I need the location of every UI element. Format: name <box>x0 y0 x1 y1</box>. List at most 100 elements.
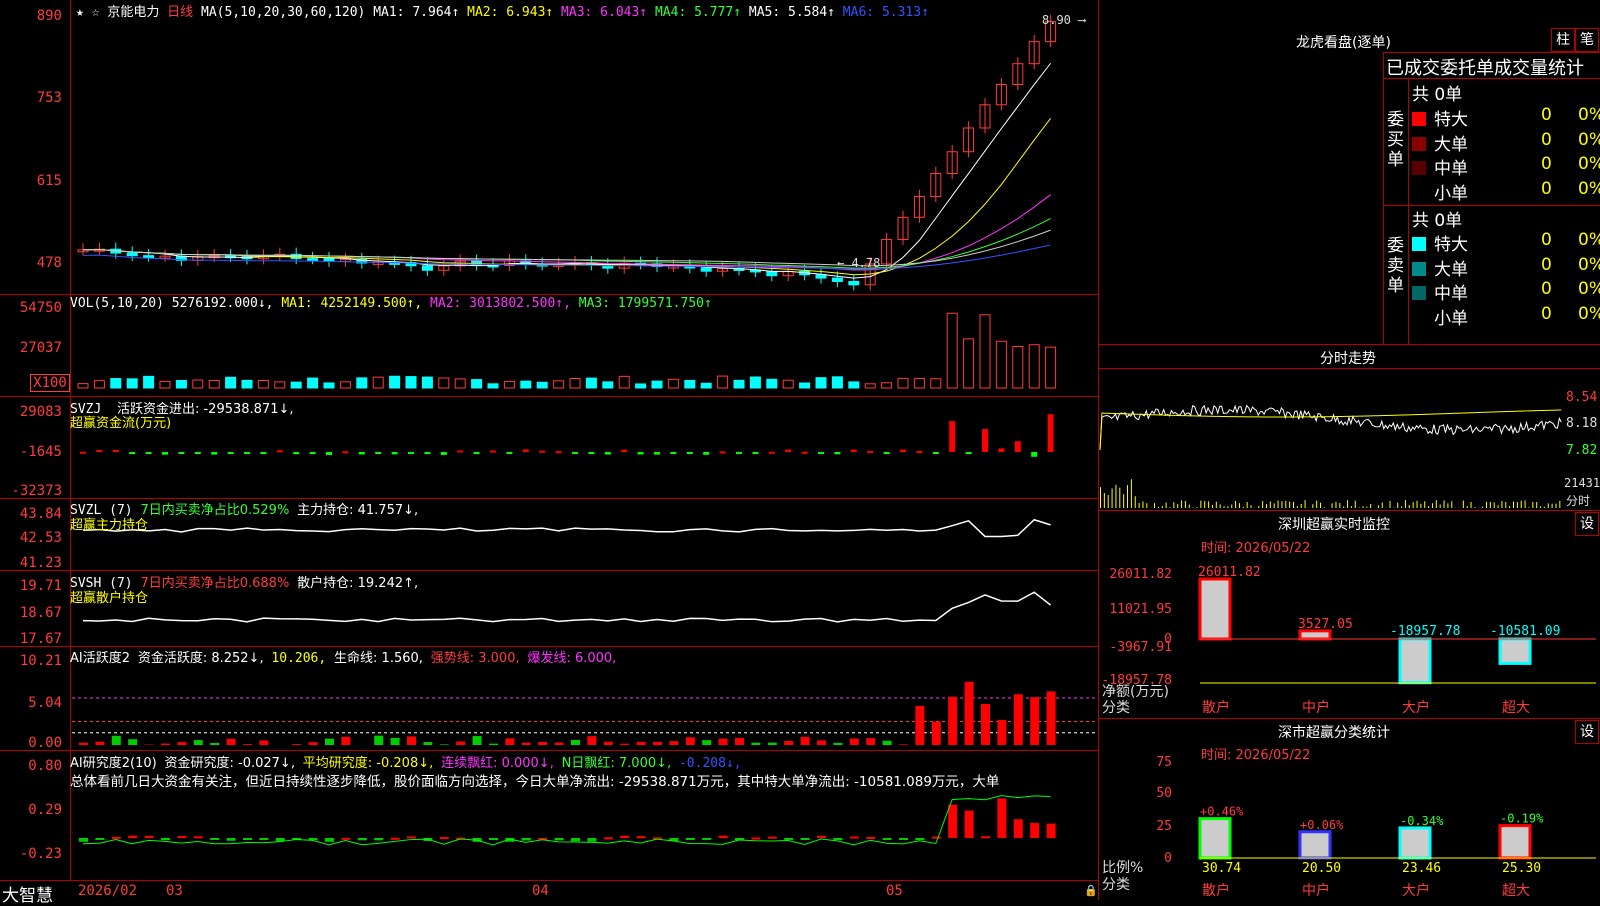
price-axis-label: 890 <box>0 8 62 24</box>
air-axis-label: -0.23 <box>0 846 62 862</box>
activity-bar <box>309 742 318 745</box>
research-bar <box>194 836 203 838</box>
svsh-ratio: 7日内买卖净占比0.688% <box>140 576 289 591</box>
vol-unit-label[interactable]: X100 <box>30 374 70 392</box>
intraday-volume-bar <box>1347 500 1348 508</box>
lock-icon[interactable]: 🔒 <box>1084 884 1098 897</box>
ai2-value: 资金活跃度: 8.252↓, <box>138 651 264 666</box>
research-bar <box>686 838 695 840</box>
flow-bar <box>588 452 594 454</box>
monitor-settings-button[interactable]: 设 <box>1575 512 1599 536</box>
intraday-volume-bar <box>1100 487 1101 508</box>
activity-bar <box>653 742 662 745</box>
section-divider <box>1098 718 1600 719</box>
section-divider <box>1098 510 1600 511</box>
intraday-volume-bar <box>1409 505 1410 508</box>
activity-bar <box>784 741 793 745</box>
research-bar <box>833 838 842 840</box>
order-stats-tabs[interactable]: 已成交委托单成交量统计 <box>1386 54 1600 80</box>
volume-bar <box>931 379 941 388</box>
low-annotation: ← 4.78 <box>837 256 880 270</box>
volume-bar <box>78 384 88 388</box>
volume-bar <box>570 379 580 388</box>
activity-bar <box>489 744 498 745</box>
activity-bar <box>669 741 678 745</box>
star-icon[interactable]: ★ ☆ <box>76 5 99 20</box>
class-bar <box>1500 826 1530 858</box>
period-label[interactable]: 日线 <box>167 5 193 20</box>
research-bar <box>817 836 826 838</box>
intraday-volume-bar <box>1339 503 1340 508</box>
legend-swatch <box>1412 112 1426 126</box>
volume-bar <box>472 380 482 388</box>
volume-bar <box>685 380 695 388</box>
flow-bar <box>80 452 86 454</box>
volume-bar <box>947 313 957 388</box>
class-category-label: 分类 <box>1102 874 1130 894</box>
intraday-volume-bar <box>1335 502 1336 508</box>
class-bar-change: +0.06% <box>1300 818 1344 832</box>
intraday-volume-bar <box>1355 501 1356 508</box>
flow-bar <box>916 451 922 453</box>
monitor-bar <box>1400 639 1430 683</box>
vol-axis-label: 27037 <box>0 340 62 356</box>
candle <box>816 275 826 278</box>
intraday-volume-bar <box>1208 501 1209 508</box>
flow-bar <box>785 450 791 452</box>
activity-bar <box>292 744 301 745</box>
flow-bar <box>408 452 414 454</box>
research-bar <box>407 836 416 838</box>
research-bar <box>325 838 334 842</box>
vol-value: 5276192.000↓, <box>172 296 274 311</box>
left-axis-line <box>70 0 71 880</box>
monitor-category-label: 超大 <box>1502 700 1530 716</box>
order-row-大单: 大单 <box>1412 255 1468 280</box>
candle <box>832 278 842 281</box>
research-bar <box>95 838 104 840</box>
intraday-volume-bar <box>1528 507 1529 508</box>
intraday-volume-bar <box>1227 506 1228 508</box>
volume-bar <box>668 379 678 388</box>
brand-label: 大智慧 <box>2 881 53 906</box>
flow-bar <box>113 450 119 452</box>
intraday-volume-bar <box>1467 506 1468 508</box>
research-bar <box>309 838 318 840</box>
research-bar <box>128 836 137 838</box>
research-bar <box>899 838 908 840</box>
activity-bar <box>948 697 957 745</box>
intraday-volume-bar <box>1123 494 1124 508</box>
pen-toggle-button[interactable]: 笔 <box>1575 28 1599 52</box>
activity-bar <box>637 742 646 745</box>
class-axis-label: 25 <box>1156 819 1172 834</box>
activity-bar <box>473 736 482 745</box>
activity-bar <box>915 706 924 745</box>
volume-bar <box>898 378 908 388</box>
class-time: 时间: 2026/05/22 <box>1201 744 1310 763</box>
order-row-label: 大单 <box>1434 135 1468 155</box>
buy-orders-label: 委买单 <box>1387 110 1405 170</box>
ai2-axis-label: 0.00 <box>0 735 62 751</box>
activity-bar <box>604 742 613 745</box>
intraday-volume-bar <box>1243 507 1244 508</box>
intraday-volume-bar <box>1297 506 1298 508</box>
candle <box>422 266 432 271</box>
order-row-percent: 0% <box>1578 105 1600 125</box>
intraday-volume-bar <box>1436 500 1437 508</box>
intraday-volume-bar <box>1494 502 1495 508</box>
flow-bar <box>260 452 266 454</box>
volume-bar <box>258 380 268 388</box>
intraday-volume-bar <box>1139 503 1140 508</box>
flow-bar <box>359 452 365 454</box>
class-category-label: 超大 <box>1502 883 1530 899</box>
order-row-count: 0 <box>1541 304 1552 324</box>
air-average: 平均研究度: -0.208↓, <box>303 756 433 771</box>
volume-bar <box>603 382 613 388</box>
panel-separator <box>1098 0 1099 900</box>
volume-bar <box>1046 347 1056 388</box>
flow-bar <box>703 452 709 455</box>
bar-toggle-button[interactable]: 柱 <box>1551 28 1575 52</box>
svzl-axis-label: 41.23 <box>0 555 62 571</box>
class-settings-button[interactable]: 设 <box>1575 720 1599 744</box>
research-bar <box>571 838 580 841</box>
order-row-小单: 小单 <box>1412 304 1468 329</box>
